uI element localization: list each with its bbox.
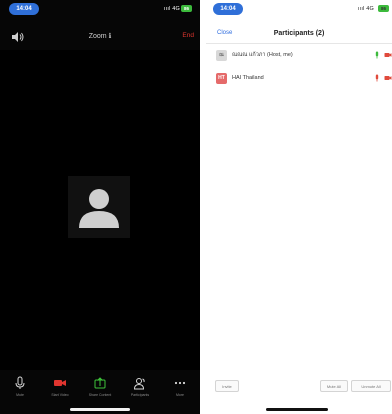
battery-indicator: 86 bbox=[181, 5, 192, 12]
share-content-label: Share Content bbox=[88, 393, 112, 397]
video-off-icon[interactable] bbox=[384, 51, 392, 59]
start-video-button[interactable]: Start Video bbox=[42, 376, 78, 397]
meeting-top-bar: Zoom ℹ End bbox=[0, 30, 200, 44]
more-label: More bbox=[176, 393, 184, 397]
participant-name: ณณณ แก้วภา (Host, me) bbox=[232, 52, 293, 58]
start-video-label: Start Video bbox=[51, 393, 69, 397]
participants-screen: 14:04 ıııl 4G 86 Close Participants (2) … bbox=[206, 0, 392, 414]
more-button[interactable]: More bbox=[162, 376, 198, 397]
zoom-meeting-screen: 14:04 ıııl 4G 86 Zoom ℹ End Mute Start V… bbox=[0, 0, 200, 414]
video-off-icon[interactable] bbox=[384, 74, 392, 82]
signal-indicator: ıııl 4G bbox=[163, 6, 180, 12]
participants-label: Participants bbox=[130, 393, 150, 397]
status-time: 14:04 bbox=[213, 3, 243, 15]
signal-indicator: ıııl 4G bbox=[357, 6, 374, 12]
nav-divider bbox=[206, 43, 392, 44]
participant-name: HAI Thailand bbox=[232, 75, 264, 81]
participant-status-icons bbox=[373, 51, 392, 59]
microphone-muted-icon[interactable] bbox=[373, 74, 381, 82]
participants-footer: Invite Mute All Unmute All bbox=[206, 380, 392, 392]
microphone-on-icon[interactable] bbox=[373, 51, 381, 59]
participants-icon bbox=[133, 378, 145, 390]
status-time: 14:04 bbox=[9, 3, 39, 15]
end-meeting-button[interactable]: End bbox=[182, 32, 194, 39]
hai-avatar: HT bbox=[216, 72, 227, 84]
status-bar: 14:04 ıııl 4G 86 bbox=[206, 3, 392, 17]
participant-row-host[interactable]: ณ ณณณ แก้วภา (Host, me) bbox=[206, 48, 392, 62]
mute-all-button[interactable]: Mute All bbox=[320, 380, 348, 392]
participants-button[interactable]: Participants bbox=[122, 376, 158, 397]
participants-nav-bar: Close Participants (2) bbox=[206, 27, 392, 43]
meeting-title[interactable]: Zoom ℹ bbox=[0, 32, 200, 40]
participant-row-hai[interactable]: HT HAI Thailand bbox=[206, 71, 392, 85]
video-camera-icon bbox=[54, 380, 66, 386]
invite-button[interactable]: Invite bbox=[215, 380, 239, 392]
home-indicator[interactable] bbox=[266, 408, 328, 411]
participant-avatar bbox=[68, 176, 130, 238]
mute-button[interactable]: Mute bbox=[2, 376, 38, 397]
share-screen-icon bbox=[94, 377, 106, 389]
status-bar: 14:04 ıııl 4G 86 bbox=[0, 3, 200, 17]
home-indicator[interactable] bbox=[70, 408, 130, 411]
battery-indicator: 86 bbox=[378, 5, 389, 12]
user-silhouette-icon bbox=[79, 189, 119, 228]
participant-status-icons bbox=[373, 74, 392, 82]
more-dots-icon bbox=[174, 381, 186, 385]
host-avatar: ณ bbox=[216, 49, 227, 61]
mute-label: Mute bbox=[16, 393, 24, 397]
share-content-button[interactable]: Share Content bbox=[82, 376, 118, 397]
video-area bbox=[0, 50, 200, 370]
participants-title: Participants (2) bbox=[273, 30, 325, 37]
unmute-all-button[interactable]: Unmute All bbox=[351, 380, 391, 392]
microphone-icon bbox=[15, 376, 25, 389]
meeting-toolbar: Mute Start Video Share Content Participa… bbox=[0, 376, 200, 402]
